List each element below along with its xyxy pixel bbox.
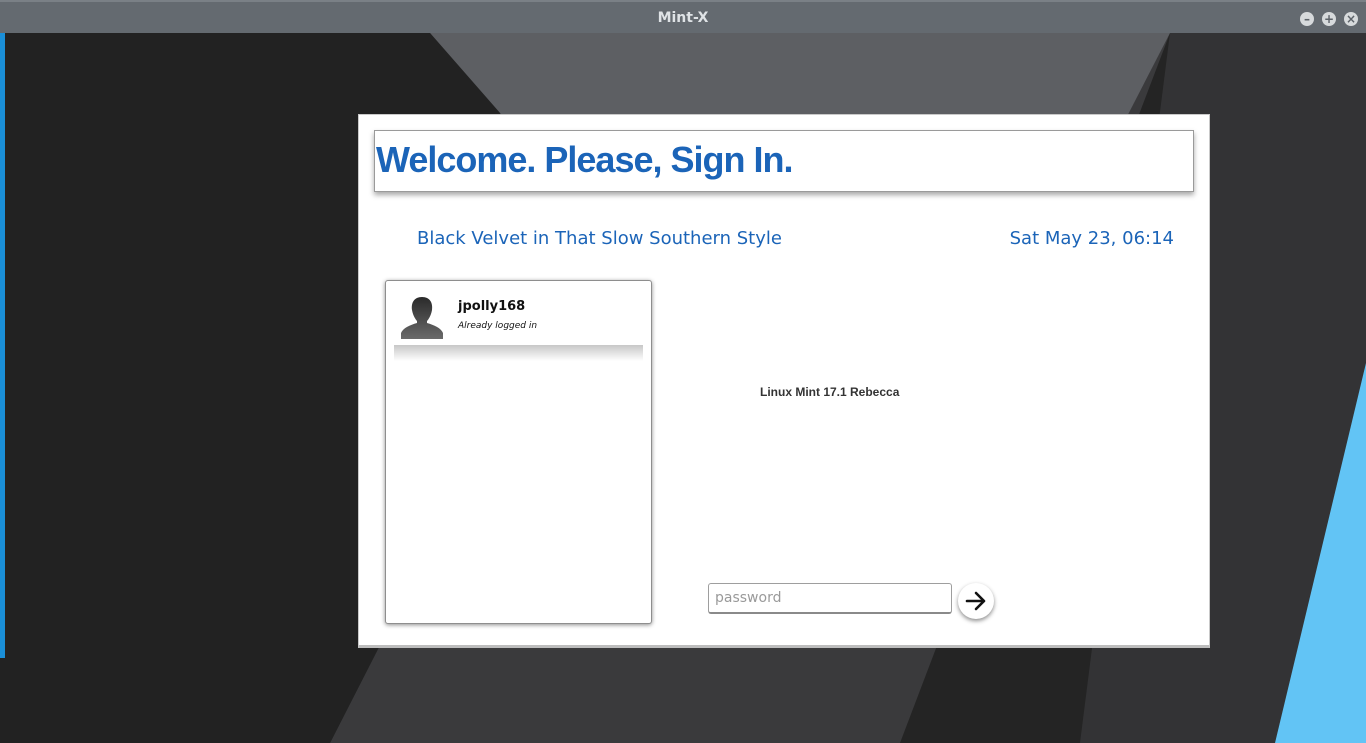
welcome-heading: Welcome. Please, Sign In. [376,139,793,180]
screen: Mint-X – + × Welcome. Please, Sign In. B… [0,0,1366,743]
date-time-display: Sat May 23, 06:14 [1009,228,1174,249]
login-greeter-panel: Welcome. Please, Sign In. Black Velvet i… [358,114,1210,648]
user-list-item[interactable]: jpolly168 Already logged in [394,287,643,345]
window-title: Mint-X [657,10,709,26]
user-avatar-icon [401,297,443,339]
login-submit-button[interactable] [958,583,994,619]
user-item-shadow [394,345,643,361]
minimize-button[interactable]: – [1300,12,1314,26]
welcome-banner: Welcome. Please, Sign In. [374,130,1194,192]
user-list: jpolly168 Already logged in [385,280,652,624]
window-titlebar[interactable]: Mint-X – + × [0,0,1366,33]
close-button[interactable]: × [1344,12,1358,26]
arrow-right-icon [965,591,986,611]
greeter-subtitle: Black Velvet in That Slow Southern Style [417,228,782,249]
os-version-label: Linux Mint 17.1 Rebecca [760,385,900,399]
user-name: jpolly168 [458,299,526,314]
maximize-button[interactable]: + [1322,12,1336,26]
password-field[interactable] [708,583,952,614]
user-status: Already logged in [458,321,538,331]
left-edge-stripe [0,33,5,658]
